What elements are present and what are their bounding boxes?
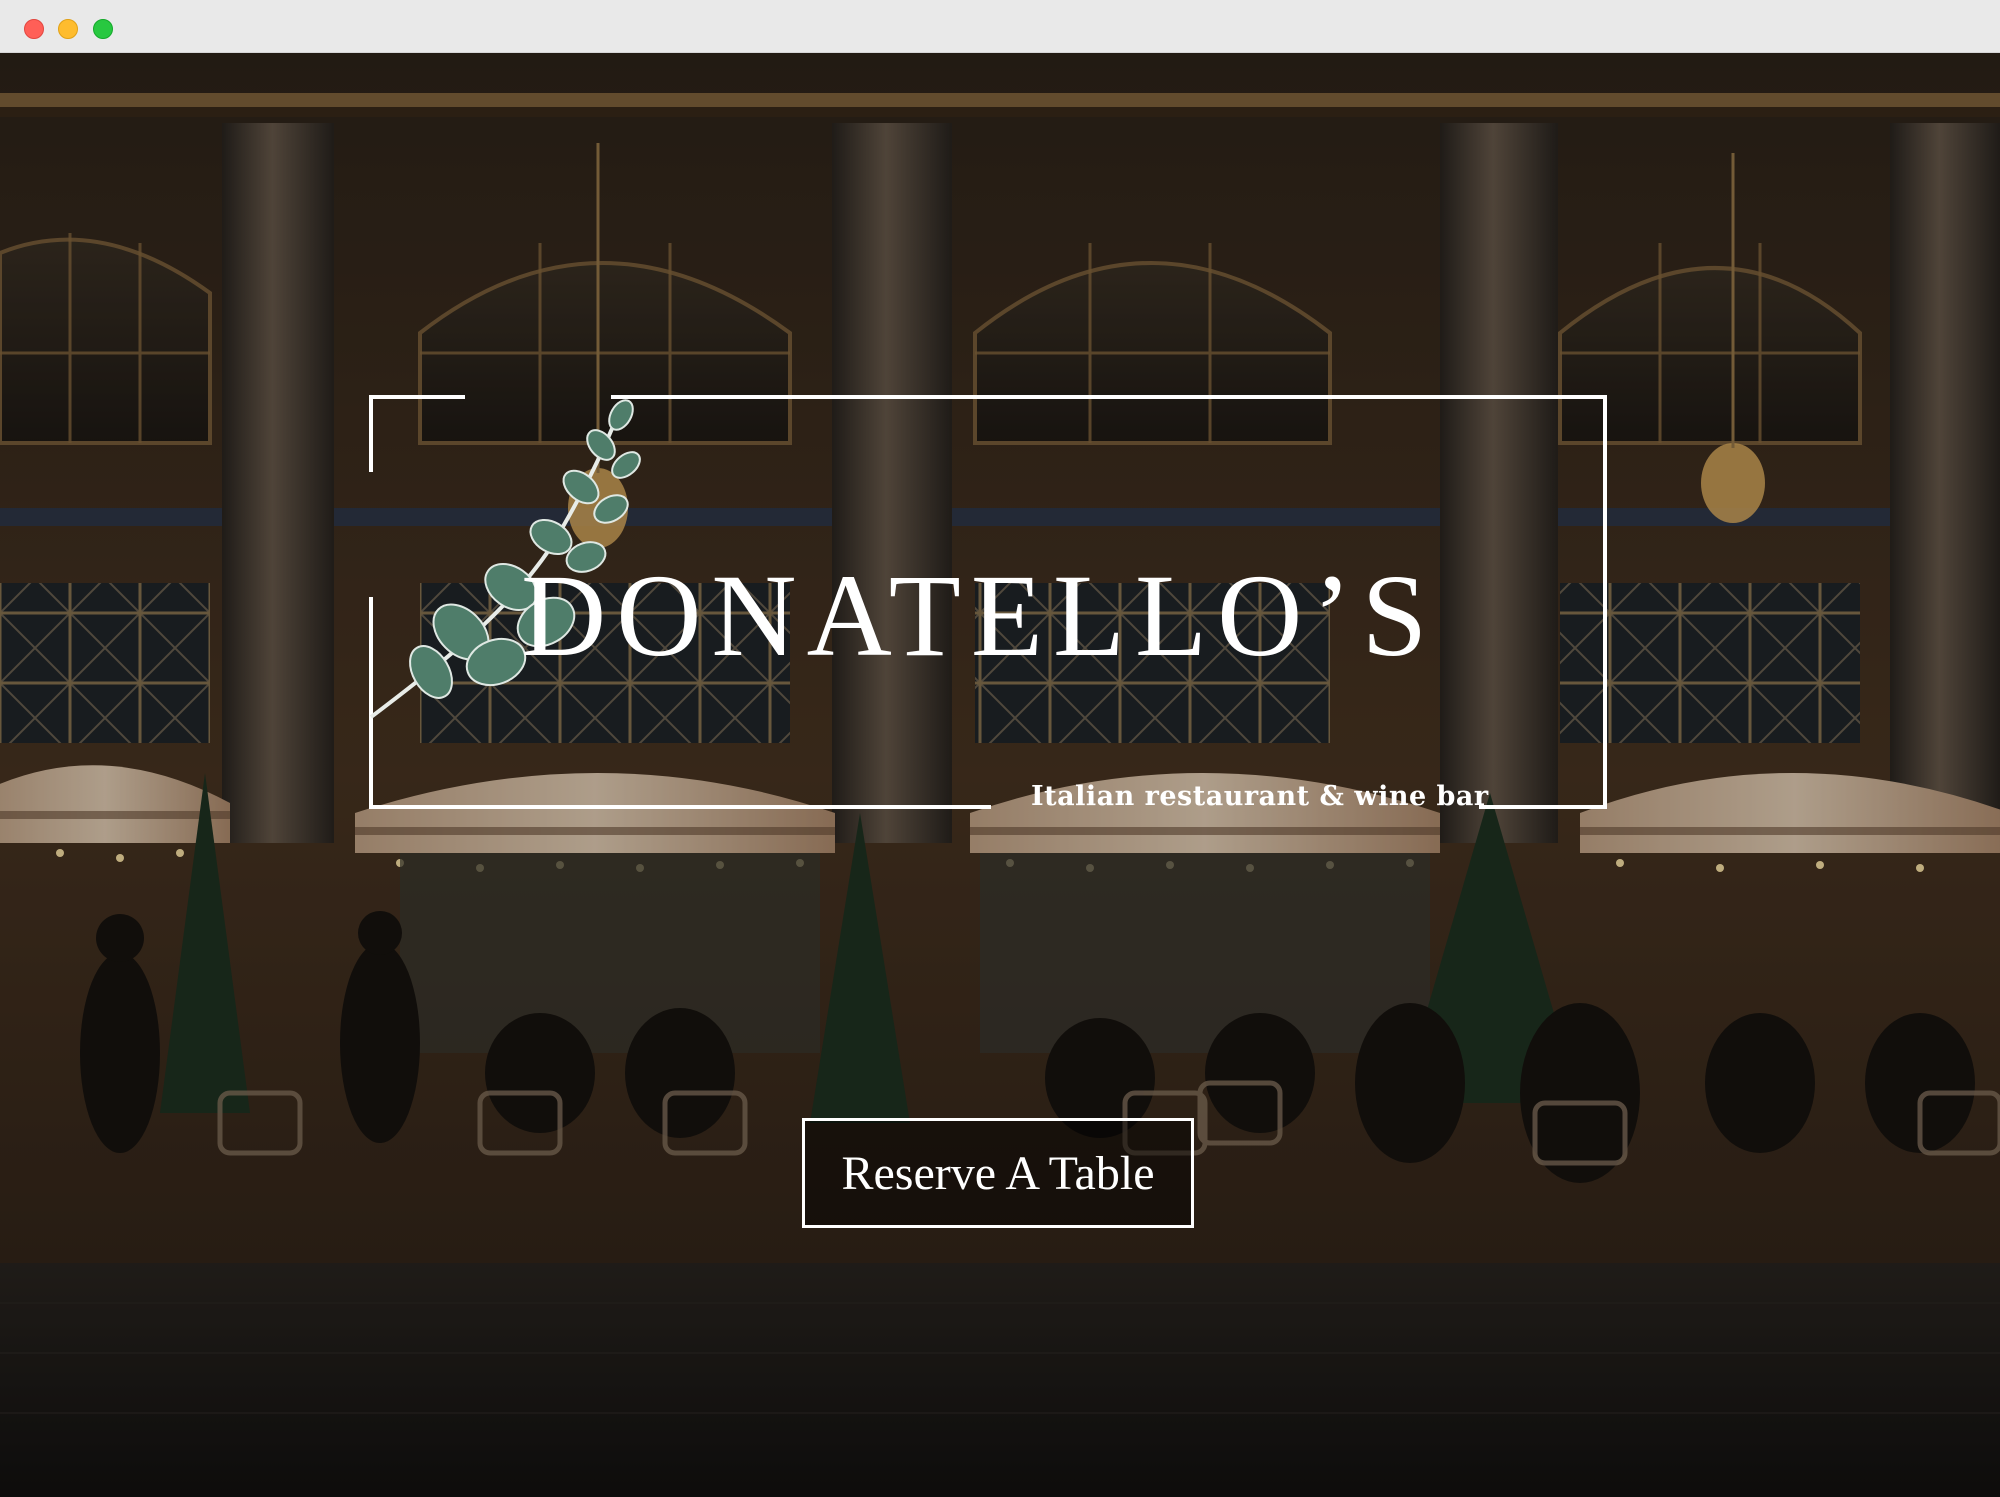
minimize-window-button[interactable] <box>58 19 78 39</box>
restaurant-name: DONATELLO’S <box>521 550 1438 681</box>
zoom-window-button[interactable] <box>93 19 113 39</box>
close-window-button[interactable] <box>24 19 44 39</box>
restaurant-tagline: Italian restaurant & wine bar <box>1031 781 1489 812</box>
logo: DONATELLO’S Italian restaurant & wine ba… <box>369 395 1607 812</box>
window-titlebar <box>0 0 2000 53</box>
hero-section: DONATELLO’S Italian restaurant & wine ba… <box>0 53 2000 1497</box>
reserve-table-button[interactable]: Reserve A Table <box>802 1118 1194 1228</box>
browser-window: DONATELLO’S Italian restaurant & wine ba… <box>0 0 2000 1497</box>
